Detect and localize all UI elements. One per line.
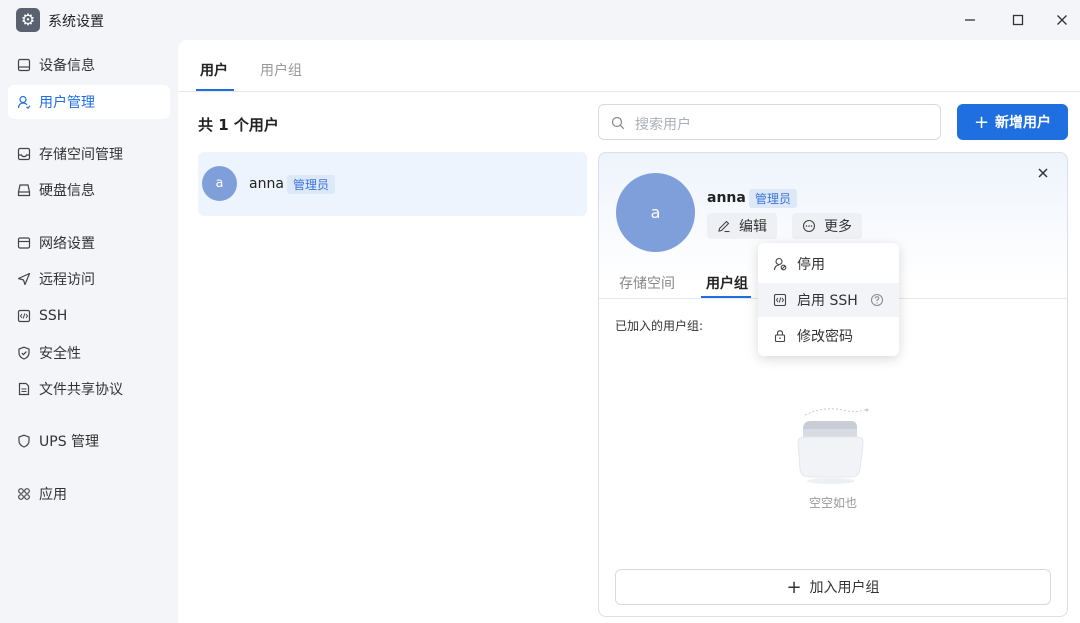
user-detail-panel: a anna 管理员 编辑 更多 存储空间 用户组 已加入的用户组: 空空如也 … [598,152,1068,617]
sidebar-item-label: 用户管理 [39,95,95,111]
shield-outline-icon [18,434,30,448]
apps-icon [18,488,30,500]
close-window-button[interactable] [1050,8,1074,32]
search-icon [611,116,625,130]
sidebar-item-device-info[interactable]: 设备信息 [8,48,170,82]
join-group-label: 加入用户组 [809,580,880,596]
sidebar-item-file-sharing[interactable]: 文件共享协议 [8,372,170,406]
sidebar-item-storage[interactable]: 存储空间管理 [8,137,170,171]
document-icon [18,382,30,396]
user-disable-icon [773,257,787,271]
joined-groups-label: 已加入的用户组: [615,319,704,333]
settings-gear-icon: ⚙ [16,8,40,32]
sidebar-item-security[interactable]: 安全性 [8,336,170,370]
sidebar-item-apps[interactable]: 应用 [8,477,170,511]
sidebar-item-network[interactable]: 网络设置 [8,226,170,260]
sidebar-item-label: UPS 管理 [39,434,100,450]
sidebar-item-label: 网络设置 [39,236,95,252]
search-placeholder: 搜索用户 [635,117,691,133]
sidebar: 设备信息 用户管理 存储空间管理 硬盘信息 网络设置 远程访问 SSH 安全性 … [0,40,178,623]
empty-folder-icon [797,408,869,484]
menu-item-enable-ssh[interactable]: 启用 SSH [758,283,899,317]
menu-item-label: 停用 [797,257,825,273]
more-label: 更多 [824,219,852,235]
minimize-button[interactable] [958,8,982,32]
edit-label: 编辑 [739,219,767,235]
lock-icon [774,330,786,343]
avatar-large: a [616,173,695,252]
join-group-button[interactable]: + 加入用户组 [615,569,1051,605]
menu-item-label: 修改密码 [797,329,853,345]
code-icon [17,309,31,323]
add-user-button[interactable]: + 新增用户 [957,104,1068,140]
maximize-icon [1012,14,1024,26]
more-button[interactable]: 更多 [792,213,862,239]
search-input[interactable]: 搜索用户 [598,104,941,140]
shield-icon [18,346,30,360]
sidebar-item-label: 远程访问 [39,272,95,288]
tabs-divider [178,91,1080,92]
edit-button[interactable]: 编辑 [707,213,777,239]
sidebar-item-label: 应用 [39,487,67,503]
sidebar-item-label: 设备信息 [39,58,95,74]
send-icon [17,272,31,286]
sidebar-item-remote-access[interactable]: 远程访问 [8,262,170,296]
plus-icon: + [786,576,802,598]
tab-users[interactable]: 用户 [200,60,228,80]
sidebar-item-label: 硬盘信息 [39,183,95,199]
sidebar-item-user-management[interactable]: 用户管理 [8,85,170,119]
help-icon[interactable] [870,293,884,307]
tab-detail-user-groups[interactable]: 用户组 [706,273,748,293]
sidebar-item-label: 文件共享协议 [39,382,123,398]
user-count: 共 1 个用户 [198,116,279,134]
add-user-label: 新增用户 [995,115,1052,131]
detail-user-name: anna [707,190,746,206]
menu-item-disable[interactable]: 停用 [758,247,899,281]
detail-role-badge: 管理员 [749,189,798,208]
storage-icon [17,147,31,161]
sidebar-item-disk-info[interactable]: 硬盘信息 [8,173,170,207]
disk-icon [17,184,31,197]
role-badge: 管理员 [287,175,336,194]
tab-storage-space[interactable]: 存储空间 [619,273,675,293]
more-dropdown-menu: 停用 启用 SSH 修改密码 [758,243,899,356]
plus-icon: + [973,111,990,133]
main-panel: 用户 用户组 共 1 个用户 a anna 管理员 搜索用户 + 新增用户 a … [178,40,1080,623]
sidebar-item-ssh[interactable]: SSH [8,299,170,333]
tab-user-groups[interactable]: 用户组 [260,60,302,80]
close-icon [1057,15,1067,25]
sidebar-item-ups[interactable]: UPS 管理 [8,424,170,458]
device-icon [17,58,31,72]
network-icon [17,237,31,249]
window-title: 系统设置 [48,14,104,30]
sidebar-item-label: 存储空间管理 [39,147,123,163]
pencil-icon [718,220,730,233]
user-list-item[interactable]: a anna 管理员 [198,152,587,216]
menu-item-change-password[interactable]: 修改密码 [758,319,899,353]
avatar: a [202,166,237,201]
user-name: anna [249,176,284,192]
minimize-icon [965,19,975,21]
sidebar-item-label: 安全性 [39,346,81,362]
sidebar-item-label: SSH [39,308,68,324]
maximize-button[interactable] [1006,8,1030,32]
close-panel-icon[interactable] [1035,165,1051,181]
more-icon [802,219,816,233]
empty-state-text: 空空如也 [809,496,858,510]
menu-item-label: 启用 SSH [797,293,858,309]
title-bar: ⚙ 系统设置 [0,0,1080,40]
user-icon [17,95,31,109]
code-icon [773,293,787,307]
